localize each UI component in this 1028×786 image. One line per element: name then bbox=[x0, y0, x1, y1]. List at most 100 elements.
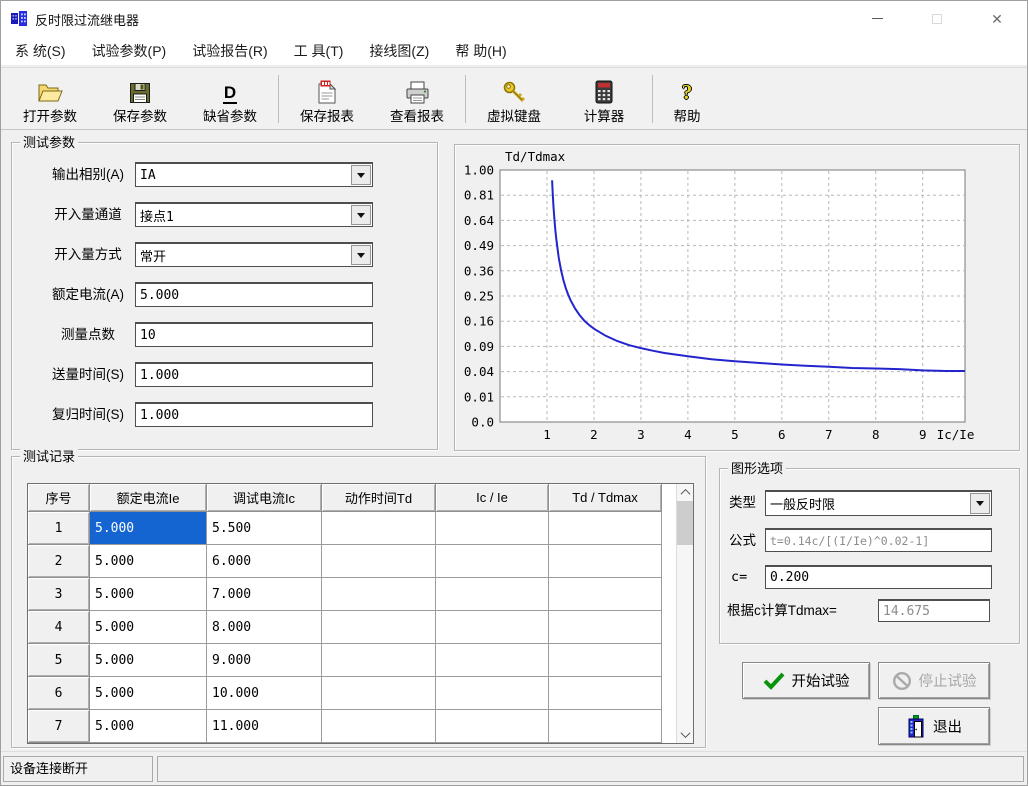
table-scrollbar[interactable] bbox=[676, 484, 693, 743]
column-header[interactable]: 调试电流Ic bbox=[207, 484, 322, 512]
measure-points-field[interactable]: 10 bbox=[135, 322, 373, 347]
table-cell[interactable] bbox=[549, 578, 662, 611]
table-cell[interactable] bbox=[436, 677, 549, 710]
maximize-button[interactable] bbox=[907, 1, 967, 36]
row-header[interactable]: 5 bbox=[28, 644, 90, 677]
column-header[interactable]: 动作时间Td bbox=[322, 484, 436, 512]
table-cell[interactable]: 5.000 bbox=[90, 578, 207, 611]
window-title: 反时限过流继电器 bbox=[35, 10, 139, 29]
exit-button[interactable]: 退出 bbox=[878, 707, 990, 745]
reset-time-field[interactable]: 1.000 bbox=[135, 402, 373, 427]
row-header[interactable]: 3 bbox=[28, 578, 90, 611]
menu-help[interactable]: 帮 助(H) bbox=[455, 41, 506, 61]
table-cell[interactable] bbox=[436, 710, 549, 743]
table-cell[interactable]: 5.000 bbox=[90, 512, 207, 545]
minimize-button[interactable] bbox=[847, 1, 907, 36]
c-value-field[interactable]: 0.200 bbox=[765, 565, 992, 589]
table-cell[interactable] bbox=[322, 545, 436, 578]
table-cell[interactable]: 5.000 bbox=[90, 611, 207, 644]
table-cell[interactable]: 10.000 bbox=[207, 677, 322, 710]
table-cell[interactable] bbox=[322, 611, 436, 644]
save-params-button[interactable]: 保存参数 bbox=[95, 71, 185, 127]
y-tick-label: 0.16 bbox=[464, 314, 494, 329]
table-cell[interactable] bbox=[322, 644, 436, 677]
panel-title: 图形选项 bbox=[728, 461, 786, 476]
table-cell[interactable] bbox=[549, 611, 662, 644]
field-value: t=0.14c/[(I/Ie)^0.02-1] bbox=[770, 530, 988, 551]
input-mode-combobox[interactable]: 常开 bbox=[135, 242, 373, 267]
menu-test-params[interactable]: 试验参数(P) bbox=[92, 41, 167, 61]
virtual-keyboard-button[interactable]: 虚拟键盘 bbox=[469, 71, 559, 127]
table-cell[interactable] bbox=[549, 677, 662, 710]
row-header[interactable]: 7 bbox=[28, 710, 90, 743]
row-header[interactable]: 1 bbox=[28, 512, 90, 545]
table-cell[interactable] bbox=[549, 545, 662, 578]
table-cell[interactable] bbox=[549, 644, 662, 677]
x-tick-label: 7 bbox=[825, 427, 833, 442]
start-test-button[interactable]: 开始试验 bbox=[742, 662, 870, 699]
chevron-down-icon[interactable] bbox=[970, 493, 990, 514]
table-cell[interactable]: 9.000 bbox=[207, 644, 322, 677]
column-header[interactable]: Td / Tdmax bbox=[549, 484, 662, 512]
scroll-up-button[interactable] bbox=[677, 484, 693, 501]
table-cell[interactable] bbox=[436, 644, 549, 677]
table-cell[interactable]: 5.000 bbox=[90, 677, 207, 710]
table-cell[interactable] bbox=[549, 512, 662, 545]
toolbar-label: 打开参数 bbox=[23, 105, 77, 125]
chevron-down-icon[interactable] bbox=[351, 245, 371, 265]
open-params-button[interactable]: 打开参数 bbox=[5, 71, 95, 127]
table-cell[interactable] bbox=[322, 578, 436, 611]
scrollbar-thumb[interactable] bbox=[677, 501, 693, 545]
help-icon: ? bbox=[682, 76, 693, 104]
default-params-button[interactable]: D 缺省参数 bbox=[185, 71, 275, 127]
chevron-down-icon[interactable] bbox=[351, 205, 371, 225]
table-cell[interactable]: 5.000 bbox=[90, 545, 207, 578]
menu-system[interactable]: 系 统(S) bbox=[15, 41, 66, 61]
close-button[interactable]: ✕ bbox=[967, 1, 1027, 36]
table-cell[interactable] bbox=[436, 578, 549, 611]
table-cell[interactable]: 5.500 bbox=[207, 512, 322, 545]
view-report-button[interactable]: 查看报表 bbox=[372, 71, 462, 127]
column-header[interactable]: 额定电流Ie bbox=[90, 484, 207, 512]
table-cell[interactable] bbox=[549, 710, 662, 743]
row-header[interactable]: 4 bbox=[28, 611, 90, 644]
field-value: 10 bbox=[140, 324, 369, 346]
table-cell[interactable]: 6.000 bbox=[207, 545, 322, 578]
table-cell[interactable] bbox=[322, 512, 436, 545]
row-header[interactable]: 2 bbox=[28, 545, 90, 578]
table-cell[interactable]: 11.000 bbox=[207, 710, 322, 743]
toolbar-label: 保存报表 bbox=[300, 105, 354, 125]
y-tick-label: 0.04 bbox=[464, 364, 494, 379]
menu-wiring-diagram[interactable]: 接线图(Z) bbox=[369, 41, 429, 61]
table-cell[interactable] bbox=[322, 710, 436, 743]
column-header[interactable]: 序号 bbox=[28, 484, 90, 512]
rated-current-field[interactable]: 5.000 bbox=[135, 282, 373, 307]
menu-test-report[interactable]: 试验报告(R) bbox=[192, 41, 267, 61]
save-report-button[interactable]: 保存报表 bbox=[282, 71, 372, 127]
table-cell[interactable]: 8.000 bbox=[207, 611, 322, 644]
help-button[interactable]: ? 帮助 bbox=[656, 71, 718, 127]
menu-tools[interactable]: 工 具(T) bbox=[294, 41, 344, 61]
input-channel-combobox[interactable]: 接点1 bbox=[135, 202, 373, 227]
curve-type-combobox[interactable]: 一般反时限 bbox=[765, 490, 992, 516]
output-phase-combobox[interactable]: IA bbox=[135, 162, 373, 187]
table-cell[interactable] bbox=[436, 611, 549, 644]
y-tick-label: 1.00 bbox=[464, 163, 494, 178]
chevron-up-icon bbox=[680, 489, 690, 499]
table-cell[interactable]: 5.000 bbox=[90, 644, 207, 677]
table-cell[interactable]: 7.000 bbox=[207, 578, 322, 611]
table-cell[interactable]: 5.000 bbox=[90, 710, 207, 743]
row-header[interactable]: 6 bbox=[28, 677, 90, 710]
table-cell[interactable] bbox=[322, 677, 436, 710]
inject-time-field[interactable]: 1.000 bbox=[135, 362, 373, 387]
calculator-icon bbox=[595, 76, 613, 104]
table-cell[interactable] bbox=[436, 512, 549, 545]
chevron-down-icon[interactable] bbox=[351, 165, 371, 185]
y-tick-label: 0.81 bbox=[464, 188, 494, 203]
field-value: 1.000 bbox=[140, 364, 369, 386]
scroll-down-button[interactable] bbox=[677, 726, 693, 743]
column-header[interactable]: Ic / Ie bbox=[436, 484, 549, 512]
open-folder-icon bbox=[37, 76, 63, 104]
calculator-button[interactable]: 计算器 bbox=[559, 71, 649, 127]
table-cell[interactable] bbox=[436, 545, 549, 578]
